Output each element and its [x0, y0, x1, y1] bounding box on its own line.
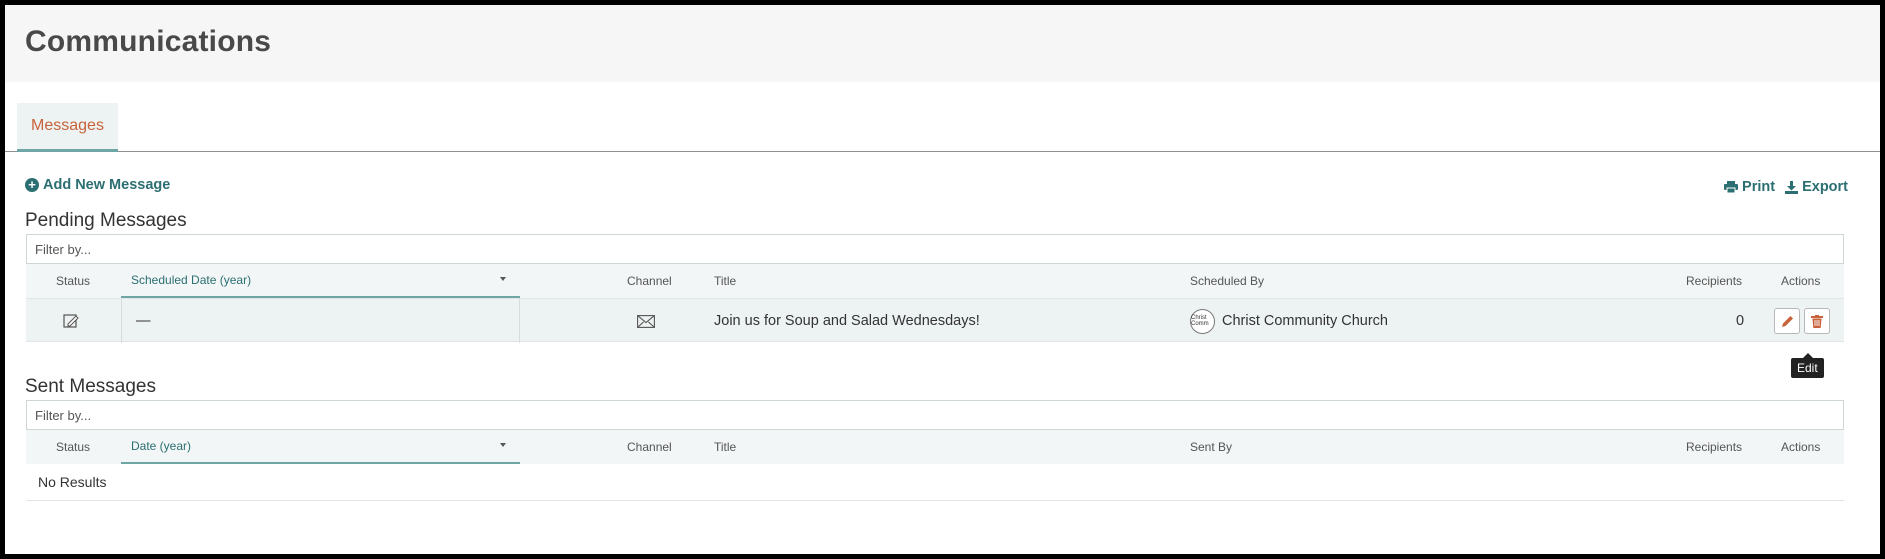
page-title: Communications [25, 25, 272, 58]
pending-messages-title: Pending Messages [25, 210, 187, 231]
download-icon [1785, 180, 1799, 194]
column-date-label: Date (year) [131, 439, 192, 453]
add-new-message-link[interactable]: + Add New Message [25, 177, 170, 193]
table-row[interactable]: — Join us for Soup and Salad Wednesdays!… [26, 298, 1844, 343]
column-date[interactable]: Date (year) [121, 430, 520, 464]
table-header: Status Date (year) Channel Title Sent By… [26, 430, 1844, 464]
column-channel[interactable]: Channel [627, 440, 672, 454]
column-channel[interactable]: Channel [627, 274, 672, 288]
message-title-cell[interactable]: Join us for Soup and Salad Wednesdays! [714, 299, 980, 343]
export-label: Export [1802, 179, 1848, 195]
draft-icon [63, 314, 79, 328]
tab-messages[interactable]: Messages [17, 103, 118, 152]
column-scheduled-date-label: Scheduled Date (year) [131, 273, 252, 287]
status-cell [63, 299, 79, 343]
recipients-cell: 0 [1736, 313, 1745, 329]
column-scheduled-date[interactable]: Scheduled Date (year) [121, 264, 520, 298]
column-recipients[interactable]: Recipients [1686, 274, 1742, 288]
envelope-icon [637, 314, 655, 328]
sent-messages-table: Status Date (year) Channel Title Sent By… [26, 430, 1844, 501]
column-actions: Actions [1781, 440, 1821, 454]
column-actions: Actions [1781, 274, 1821, 288]
print-label: Print [1742, 179, 1776, 195]
avatar: Christ Comm [1190, 308, 1215, 334]
edit-button[interactable] [1774, 308, 1800, 334]
scheduled-by-name: Christ Community Church [1222, 313, 1388, 329]
plus-circle-icon: + [25, 178, 39, 192]
pending-messages-table: Status Scheduled Date (year) Channel Tit… [26, 264, 1844, 343]
column-status[interactable]: Status [56, 274, 90, 288]
printer-icon [1724, 181, 1739, 193]
column-sent-by[interactable]: Sent By [1190, 440, 1232, 454]
app-window: Communications Messages + Add New Messag… [5, 5, 1880, 554]
pending-filter-input[interactable] [26, 234, 1844, 264]
table-header: Status Scheduled Date (year) Channel Tit… [26, 264, 1844, 298]
delete-button[interactable] [1804, 308, 1830, 334]
scheduled-date-cell: — [121, 299, 520, 343]
column-scheduled-by[interactable]: Scheduled By [1190, 274, 1264, 288]
channel-cell [637, 299, 655, 343]
column-title[interactable]: Title [714, 440, 736, 454]
caret-down-icon [500, 277, 506, 281]
scheduled-by-cell: Christ Comm Christ Community Church [1190, 299, 1388, 343]
caret-down-icon [500, 443, 506, 447]
page-header: Communications [5, 5, 1880, 82]
column-recipients[interactable]: Recipients [1686, 440, 1742, 454]
add-new-message-label: Add New Message [43, 177, 171, 193]
actions-cell [1774, 299, 1830, 343]
export-link[interactable]: Export [1785, 179, 1848, 195]
trash-icon [1811, 314, 1823, 328]
column-status[interactable]: Status [56, 440, 90, 454]
sent-filter-input[interactable] [26, 400, 1844, 430]
print-link[interactable]: Print [1724, 179, 1775, 195]
pencil-icon [1781, 315, 1793, 327]
no-results-message: No Results [26, 464, 1844, 501]
sent-messages-title: Sent Messages [25, 376, 156, 397]
column-title[interactable]: Title [714, 274, 736, 288]
edit-tooltip: Edit [1791, 353, 1824, 378]
tab-bar: Messages [5, 82, 1880, 152]
toolbar-right: Print Export [1724, 179, 1848, 195]
